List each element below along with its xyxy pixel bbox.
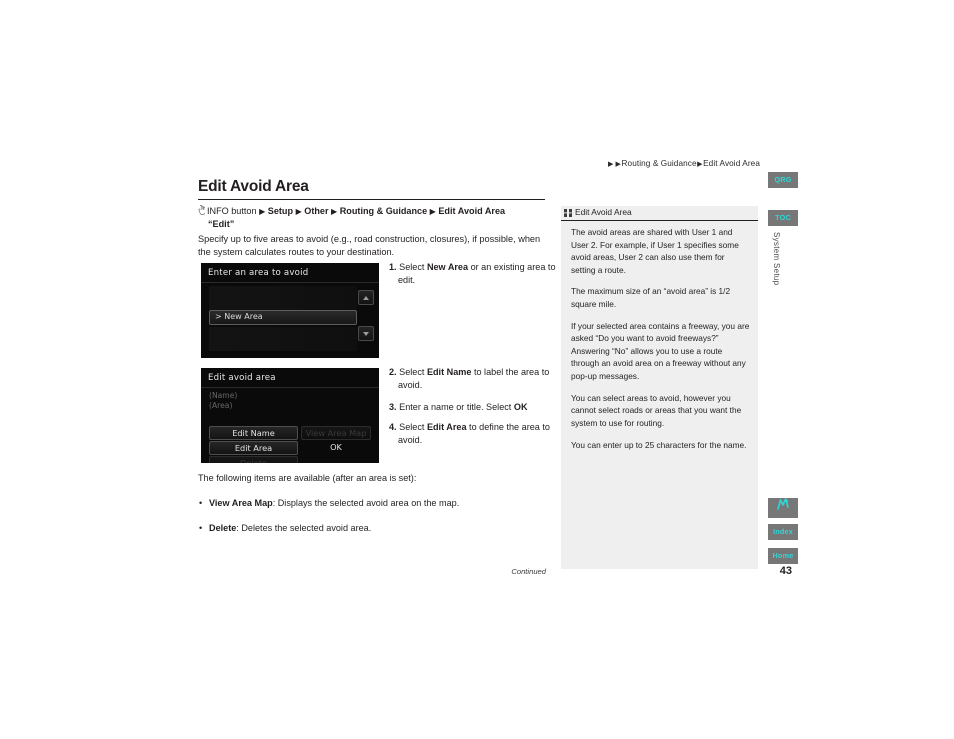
menu-path-arrow-icon: ▶ bbox=[259, 206, 266, 216]
hand-pointer-icon bbox=[198, 204, 206, 216]
section-label-system-setup: System Setup bbox=[772, 232, 781, 286]
nav-screen2-edit-name-button[interactable]: Edit Name bbox=[209, 426, 298, 440]
breadcrumb: ▶ ▶Routing & Guidance▶Edit Avoid Area bbox=[198, 159, 760, 168]
side-note-header: Edit Avoid Area bbox=[561, 206, 758, 221]
side-note-title: Edit Avoid Area bbox=[575, 207, 632, 217]
step-item-2: 2. Select Edit Name to label the area to… bbox=[389, 366, 556, 391]
breadcrumb-arrow-icon: ▶ ▶ bbox=[608, 160, 622, 168]
scroll-down-arrow-icon[interactable] bbox=[358, 326, 374, 341]
nav-screen2-title-divider bbox=[201, 387, 379, 388]
nav-screen1-ghost-row bbox=[209, 339, 357, 351]
nav-screen1-ghost-row bbox=[209, 327, 357, 339]
step-text-bold: OK bbox=[513, 402, 528, 412]
bullet-view-area-map: View Area Map: Displays the selected avo… bbox=[198, 497, 548, 510]
nav-screen2-view-area-map-button[interactable]: View Area Map bbox=[301, 426, 371, 440]
nav-screen2-name-field: (Name) bbox=[209, 391, 238, 400]
step-text-before: Select bbox=[399, 367, 427, 377]
breadcrumb-item-routing: Routing & Guidance bbox=[621, 159, 697, 168]
available-items-intro: The following items are available (after… bbox=[198, 473, 417, 483]
manual-page: ▶ ▶Routing & Guidance▶Edit Avoid Area Ed… bbox=[0, 0, 954, 739]
continued-label: Continued bbox=[511, 567, 546, 576]
step-number: 4. bbox=[389, 422, 397, 432]
nav-screen2-ok-button[interactable]: OK bbox=[301, 441, 371, 455]
menu-path: INFO button ▶ Setup ▶ Other ▶ Routing & … bbox=[198, 204, 550, 230]
scroll-up-arrow-icon[interactable] bbox=[358, 290, 374, 305]
nav-screen1-new-area-label: > New Area bbox=[215, 312, 263, 321]
step-number: 3. bbox=[389, 402, 397, 412]
menu-path-item-routing: Routing & Guidance bbox=[339, 206, 428, 216]
nav-screen1-ghost-row bbox=[209, 286, 357, 298]
tab-home[interactable]: Home bbox=[768, 548, 798, 564]
side-note-body: The avoid areas are shared with User 1 a… bbox=[571, 226, 751, 460]
step-text-before: Select bbox=[399, 262, 427, 272]
step-text-bold: New Area bbox=[426, 262, 469, 272]
bullet-label: View Area Map bbox=[209, 497, 273, 508]
nav-screen2-edit-area-button[interactable]: Edit Area bbox=[209, 441, 298, 455]
bullet-delete: Delete: Deletes the selected avoid area. bbox=[198, 522, 548, 535]
menu-path-start: INFO button bbox=[207, 206, 257, 216]
menu-path-arrow-icon: ▶ bbox=[429, 206, 436, 216]
tab-route-map[interactable] bbox=[768, 498, 798, 518]
step-text-before: Enter a name or title. Select bbox=[399, 402, 514, 412]
side-note-paragraph: The avoid areas are shared with User 1 a… bbox=[571, 227, 739, 275]
bullet-description: : Deletes the selected avoid area. bbox=[236, 522, 372, 533]
step-text-bold: Edit Name bbox=[426, 367, 472, 377]
step-item-3: 3. Enter a name or title. Select OK bbox=[389, 401, 556, 414]
nav-screen-edit-avoid-area: Edit avoid area (Name) (Area) Edit Name … bbox=[201, 368, 379, 463]
step-number: 1. bbox=[389, 262, 397, 272]
page-title: Edit Avoid Area bbox=[198, 178, 309, 195]
nav-screen-enter-area: Enter an area to avoid > New Area bbox=[201, 263, 379, 358]
note-marker-icon bbox=[564, 208, 572, 217]
side-note-paragraph: The maximum size of an “avoid area” is 1… bbox=[571, 286, 731, 310]
side-note-paragraph: You can enter up to 25 characters for th… bbox=[571, 439, 747, 450]
tab-index[interactable]: Index bbox=[768, 524, 798, 540]
nav-screen2-title: Edit avoid area bbox=[208, 373, 276, 383]
step-text-bold: Edit Area bbox=[426, 422, 467, 432]
nav-screen2-delete-button[interactable]: Delete bbox=[209, 456, 298, 463]
menu-path-item-edit-avoid-area: Edit Avoid Area bbox=[438, 206, 506, 216]
route-map-icon bbox=[776, 498, 790, 512]
menu-path-quoted: “Edit” bbox=[208, 218, 235, 229]
available-items-section: The following items are available (after… bbox=[198, 472, 548, 535]
breadcrumb-separator-icon: ▶ bbox=[697, 160, 703, 168]
breadcrumb-item-current: Edit Avoid Area bbox=[703, 159, 760, 168]
intro-paragraph: Specify up to five areas to avoid (e.g.,… bbox=[198, 234, 541, 258]
bullet-label: Delete bbox=[209, 522, 237, 533]
side-note-paragraph: If your selected area contains a freeway… bbox=[571, 320, 750, 382]
step-item-4: 4. Select Edit Area to define the area t… bbox=[389, 421, 556, 446]
page-title-block: Edit Avoid Area bbox=[198, 178, 545, 200]
tab-toc[interactable]: TOC bbox=[768, 210, 798, 226]
menu-path-item-setup: Setup bbox=[267, 206, 294, 216]
step-item-1: 1. Select New Area or an existing area t… bbox=[389, 261, 556, 286]
step-text-before: Select bbox=[399, 422, 427, 432]
bullet-description: : Displays the selected avoid area on th… bbox=[272, 497, 460, 508]
tab-qrg[interactable]: QRG bbox=[768, 172, 798, 188]
step-number: 2. bbox=[389, 367, 397, 377]
nav-screen1-title: Enter an area to avoid bbox=[208, 268, 309, 278]
side-note-paragraph: You can select areas to avoid, however y… bbox=[571, 392, 742, 428]
menu-path-item-other: Other bbox=[304, 206, 329, 216]
page-number: 43 bbox=[779, 565, 792, 577]
title-divider bbox=[198, 198, 545, 200]
nav-screen1-ghost-row bbox=[209, 298, 357, 310]
menu-path-arrow-icon: ▶ bbox=[295, 206, 302, 216]
nav-screen1-title-divider bbox=[201, 282, 379, 283]
menu-path-arrow-icon: ▶ bbox=[331, 206, 338, 216]
nav-screen2-area-field: (Area) bbox=[209, 401, 233, 410]
side-note-panel: Edit Avoid Area The avoid areas are shar… bbox=[561, 206, 758, 569]
